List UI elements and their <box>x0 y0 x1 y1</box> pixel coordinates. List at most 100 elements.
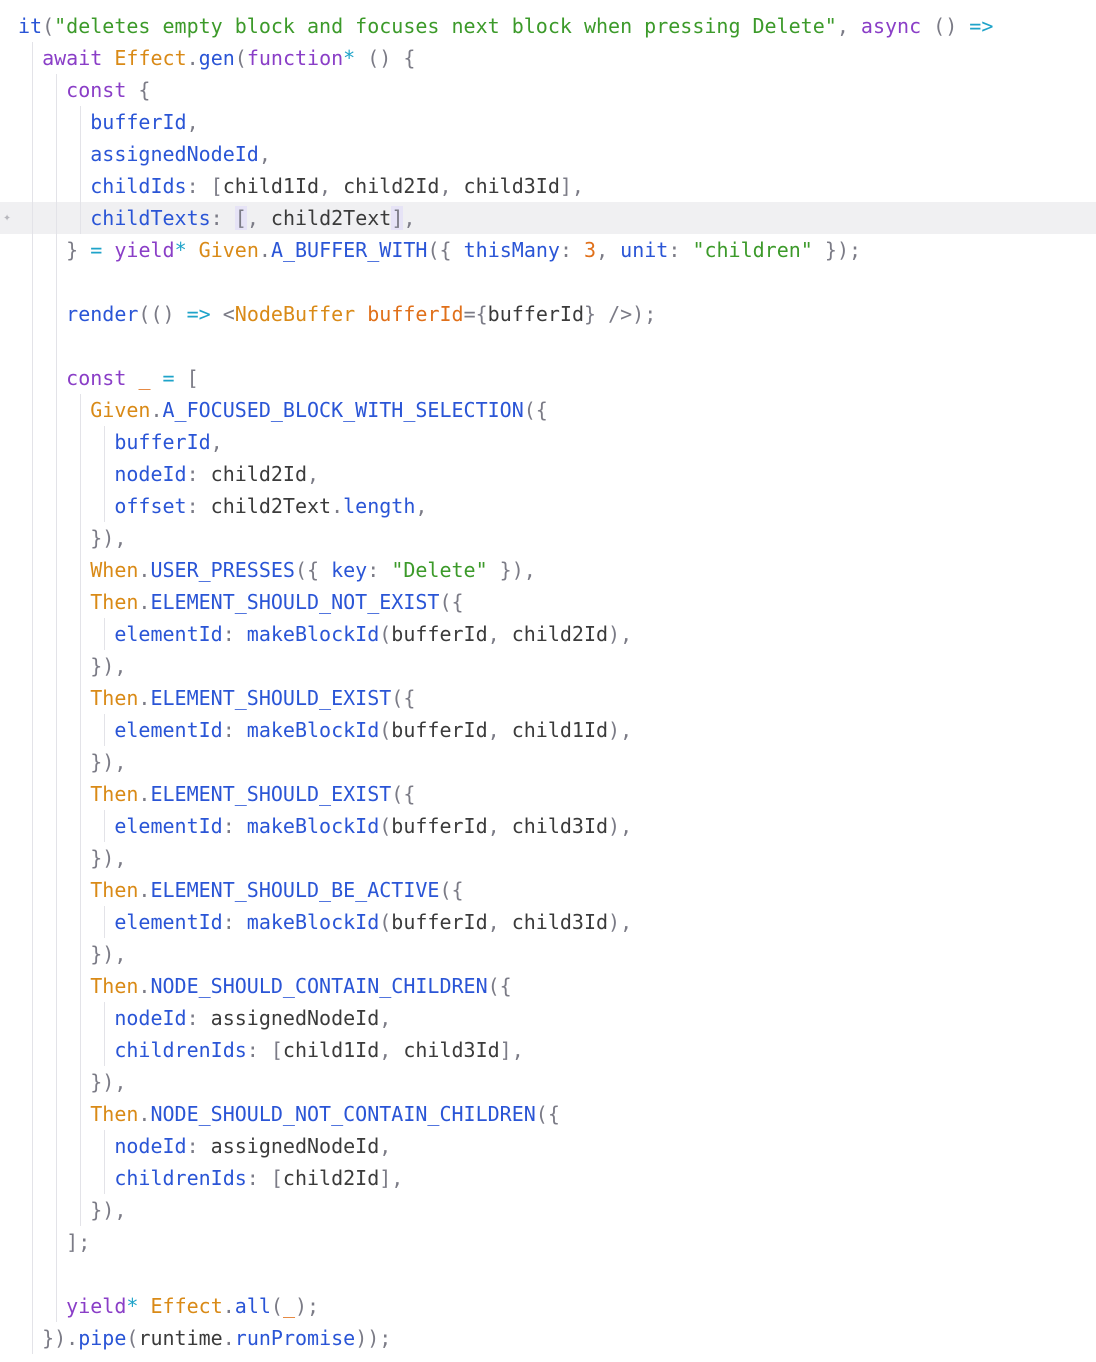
code-token: bufferId <box>391 814 488 838</box>
indent-guide <box>80 1130 82 1162</box>
indent-guide <box>56 1066 58 1098</box>
code-line[interactable]: Then.NODE_SHOULD_CONTAIN_CHILDREN({ <box>0 970 1096 1002</box>
code-token: thisMany <box>463 238 560 262</box>
code-line[interactable]: Then.ELEMENT_SHOULD_BE_ACTIVE({ <box>0 874 1096 906</box>
code-token: const <box>66 366 127 390</box>
code-line[interactable]: const { <box>0 74 1096 106</box>
code-line[interactable]: bufferId, <box>0 426 1096 458</box>
code-token: : <box>559 238 585 262</box>
indent-guide <box>56 234 58 266</box>
code-line[interactable]: }), <box>0 938 1096 970</box>
code-token: () <box>921 14 970 38</box>
code-line[interactable]: }), <box>0 842 1096 874</box>
indent-guide <box>56 1002 58 1034</box>
code-token: A_BUFFER_WITH <box>270 238 428 262</box>
indent-guide <box>32 586 34 618</box>
code-line[interactable]: const _ = [ <box>0 362 1096 394</box>
code-token: NODE_SHOULD_NOT_CONTAIN_CHILDREN <box>150 1102 536 1126</box>
code-line[interactable]: Then.ELEMENT_SHOULD_NOT_EXIST({ <box>0 586 1096 618</box>
code-line[interactable]: assignedNodeId, <box>0 138 1096 170</box>
code-line[interactable]: nodeId: child2Id, <box>0 458 1096 490</box>
code-line[interactable]: }), <box>0 1194 1096 1226</box>
code-editor[interactable]: it("deletes empty block and focuses next… <box>0 10 1096 1354</box>
code-line[interactable] <box>0 330 1096 362</box>
code-line[interactable]: bufferId, <box>0 106 1096 138</box>
indent-guide <box>56 1290 58 1322</box>
code-token: . <box>138 974 151 998</box>
code-token: ), <box>608 718 633 742</box>
code-line[interactable]: elementId: makeBlockId(bufferId, child1I… <box>0 714 1096 746</box>
code-token: , <box>439 174 464 198</box>
code-line[interactable]: childIds: [child1Id, child2Id, child3Id]… <box>0 170 1096 202</box>
indent-guide <box>104 1002 106 1034</box>
code-line[interactable]: }), <box>0 746 1096 778</box>
code-line[interactable] <box>0 266 1096 298</box>
code-line[interactable]: Then.ELEMENT_SHOULD_EXIST({ <box>0 682 1096 714</box>
indent-guide <box>32 490 34 522</box>
indent-guide <box>56 1098 58 1130</box>
code-line[interactable]: } = yield* Given.A_BUFFER_WITH({ thisMan… <box>0 234 1096 266</box>
indent-guide <box>80 810 82 842</box>
code-token: ({ <box>391 686 416 710</box>
code-line[interactable]: ]; <box>0 1226 1096 1258</box>
code-token: bufferId <box>391 718 488 742</box>
indent-guide <box>56 906 58 938</box>
code-line[interactable]: nodeId: assignedNodeId, <box>0 1130 1096 1162</box>
code-line[interactable]: childrenIds: [child2Id], <box>0 1162 1096 1194</box>
code-token: "deletes empty block and focuses next bl… <box>54 14 837 38</box>
code-line[interactable]: }), <box>0 522 1096 554</box>
code-line[interactable]: childrenIds: [child1Id, child3Id], <box>0 1034 1096 1066</box>
code-token: ( <box>379 718 392 742</box>
code-line[interactable]: }), <box>0 650 1096 682</box>
code-token: yield <box>114 238 175 262</box>
code-line[interactable]: }), <box>0 1066 1096 1098</box>
code-line[interactable]: await Effect.gen(function* () { <box>0 42 1096 74</box>
code-line[interactable]: it("deletes empty block and focuses next… <box>0 10 1096 42</box>
code-token: function <box>246 46 344 70</box>
indent-guide <box>32 778 34 810</box>
code-token: ({ <box>294 558 332 582</box>
code-line[interactable]: Then.NODE_SHOULD_NOT_CONTAIN_CHILDREN({ <box>0 1098 1096 1130</box>
code-line[interactable] <box>0 1258 1096 1290</box>
code-token: . <box>222 1294 235 1318</box>
code-line[interactable]: ✦ childTexts: [, child2Text], <box>0 202 1096 234</box>
code-token: bufferId <box>391 910 488 934</box>
indent-guide <box>56 938 58 970</box>
code-line[interactable]: yield* Effect.all(_); <box>0 1290 1096 1322</box>
code-token: . <box>331 494 344 518</box>
code-line[interactable]: }).pipe(runtime.runPromise)); <box>0 1322 1096 1354</box>
code-line[interactable]: elementId: makeBlockId(bufferId, child2I… <box>0 618 1096 650</box>
indent-guide <box>80 714 82 746</box>
indent-guide <box>56 1194 58 1226</box>
code-line[interactable]: render(() => <NodeBuffer bufferId={buffe… <box>0 298 1096 330</box>
code-token: yield <box>66 1294 127 1318</box>
code-token: child3Id <box>511 910 609 934</box>
code-token: child3Id <box>511 814 609 838</box>
code-line[interactable]: Then.ELEMENT_SHOULD_EXIST({ <box>0 778 1096 810</box>
code-token: , <box>487 718 512 742</box>
code-line[interactable]: nodeId: assignedNodeId, <box>0 1002 1096 1034</box>
code-token: NodeBuffer <box>234 302 356 326</box>
indent-guide <box>32 266 34 298</box>
indent-guide <box>32 394 34 426</box>
code-token: ( <box>270 1294 283 1318</box>
code-token: }), <box>90 846 127 870</box>
code-token: }), <box>90 942 127 966</box>
indent-guide <box>32 202 34 234</box>
code-token: : [ <box>246 1038 283 1062</box>
code-line[interactable]: elementId: makeBlockId(bufferId, child3I… <box>0 810 1096 842</box>
code-token: , <box>487 814 512 838</box>
code-line[interactable]: When.USER_PRESSES({ key: "Delete" }), <box>0 554 1096 586</box>
code-line[interactable]: Given.A_FOCUSED_BLOCK_WITH_SELECTION({ <box>0 394 1096 426</box>
code-line[interactable]: elementId: makeBlockId(bufferId, child3I… <box>0 906 1096 938</box>
indent-guide <box>56 426 58 458</box>
indent-guide <box>104 714 106 746</box>
code-token: unit <box>620 238 669 262</box>
code-token: "children" <box>692 238 813 262</box>
code-line[interactable]: offset: child2Text.length, <box>0 490 1096 522</box>
code-token: Effect <box>114 46 187 70</box>
